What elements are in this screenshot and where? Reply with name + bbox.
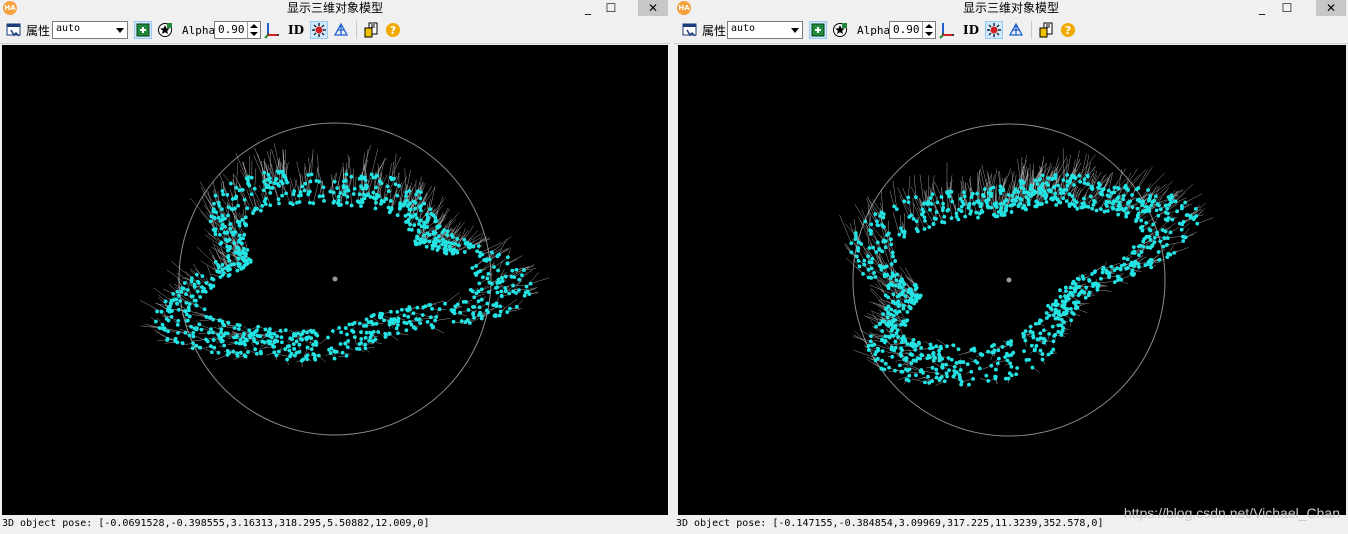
center-point [1006, 277, 1012, 283]
chevron-down-icon [791, 28, 799, 33]
spin-down-icon[interactable] [925, 32, 933, 36]
spin-up-icon[interactable] [925, 24, 933, 28]
alpha-label: Alpha [857, 23, 891, 37]
status-bar: 3D object pose: [-0.0691528,-0.398555,3.… [0, 515, 670, 534]
close-button[interactable]: ✕ [1316, 0, 1346, 16]
viewport-3d[interactable] [2, 45, 668, 515]
spinner-buttons[interactable] [922, 22, 935, 38]
help-icon[interactable]: ? [384, 21, 402, 39]
properties-label: 属性 [702, 23, 727, 38]
id-icon[interactable]: ID [963, 21, 979, 39]
window-properties-icon[interactable] [5, 21, 23, 39]
normals-layer [139, 143, 549, 368]
viewport-3d[interactable] [678, 45, 1346, 515]
window-title: 显示三维对象模型 [962, 1, 1059, 15]
save-icon[interactable] [362, 21, 380, 39]
viewer-window-left: HA 显示三维对象模型 _ ☐ ✕ 属性 auto Alpha 0.90 ID … [0, 0, 670, 534]
viewer-window-right: HA 显示三维对象模型 _ ☐ ✕ 属性 auto Alpha 0.90 ID … [674, 0, 1348, 534]
title-bar: HA 显示三维对象模型 _ ☐ ✕ [0, 0, 670, 17]
alpha-value: 0.90 [218, 23, 245, 36]
star-icon[interactable] [831, 21, 849, 39]
id-icon[interactable]: ID [288, 21, 304, 39]
maximize-button[interactable]: ☐ [1274, 0, 1300, 16]
star-icon[interactable] [156, 21, 174, 39]
window-title: 显示三维对象模型 [286, 1, 383, 15]
close-button[interactable]: ✕ [638, 0, 668, 16]
svg-text:?: ? [1065, 24, 1071, 37]
pose-value: [-0.147155,-0.384854,3.09969,317.225,11.… [772, 518, 1104, 529]
alpha-spinner[interactable]: 0.90 [889, 21, 936, 39]
pose-value: [-0.0691528,-0.398555,3.16313,318.295,5.… [98, 518, 430, 529]
window-properties-icon[interactable] [681, 21, 699, 39]
save-icon[interactable] [1037, 21, 1055, 39]
axes-icon[interactable] [938, 21, 956, 39]
toolbar: 属性 auto Alpha 0.90 ID ? [0, 17, 670, 44]
pose-icon[interactable] [809, 21, 827, 39]
spinner-buttons[interactable] [247, 22, 260, 38]
axes-icon[interactable] [263, 21, 281, 39]
alpha-label: Alpha [182, 23, 216, 37]
toolbar: 属性 auto Alpha 0.90 ID ? [674, 17, 1348, 44]
lighting-icon[interactable] [985, 21, 1003, 39]
alpha-value: 0.90 [893, 23, 920, 36]
mode-select[interactable]: auto [52, 21, 128, 39]
help-icon[interactable]: ? [1059, 21, 1077, 39]
points-layer [849, 173, 1200, 387]
point-cloud-view [839, 123, 1214, 437]
mode-select-value: auto [731, 23, 756, 34]
maximize-button[interactable]: ☐ [598, 0, 624, 16]
wireframe-icon[interactable] [1007, 21, 1025, 39]
minimize-button[interactable]: _ [1249, 0, 1275, 16]
watermark: https://blog.csdn.net/Vichael_Chan [1123, 505, 1340, 521]
toolbar-separator [356, 21, 357, 39]
mode-select[interactable]: auto [727, 21, 803, 39]
toolbar-separator [1031, 21, 1032, 39]
point-cloud-view [139, 122, 549, 436]
pose-label: 3D object pose: [2, 518, 93, 529]
center-point [332, 276, 338, 282]
pose-label: 3D object pose: [676, 518, 767, 529]
wireframe-icon[interactable] [332, 21, 350, 39]
spin-down-icon[interactable] [250, 32, 258, 36]
normals-layer [839, 148, 1214, 389]
alpha-spinner[interactable]: 0.90 [214, 21, 261, 39]
lighting-icon[interactable] [310, 21, 328, 39]
chevron-down-icon [116, 28, 124, 33]
mode-select-value: auto [56, 23, 81, 34]
svg-text:?: ? [390, 24, 396, 37]
pose-icon[interactable] [134, 21, 152, 39]
spin-up-icon[interactable] [250, 24, 258, 28]
properties-label: 属性 [26, 23, 51, 38]
title-bar: HA 显示三维对象模型 _ ☐ ✕ [674, 0, 1348, 17]
